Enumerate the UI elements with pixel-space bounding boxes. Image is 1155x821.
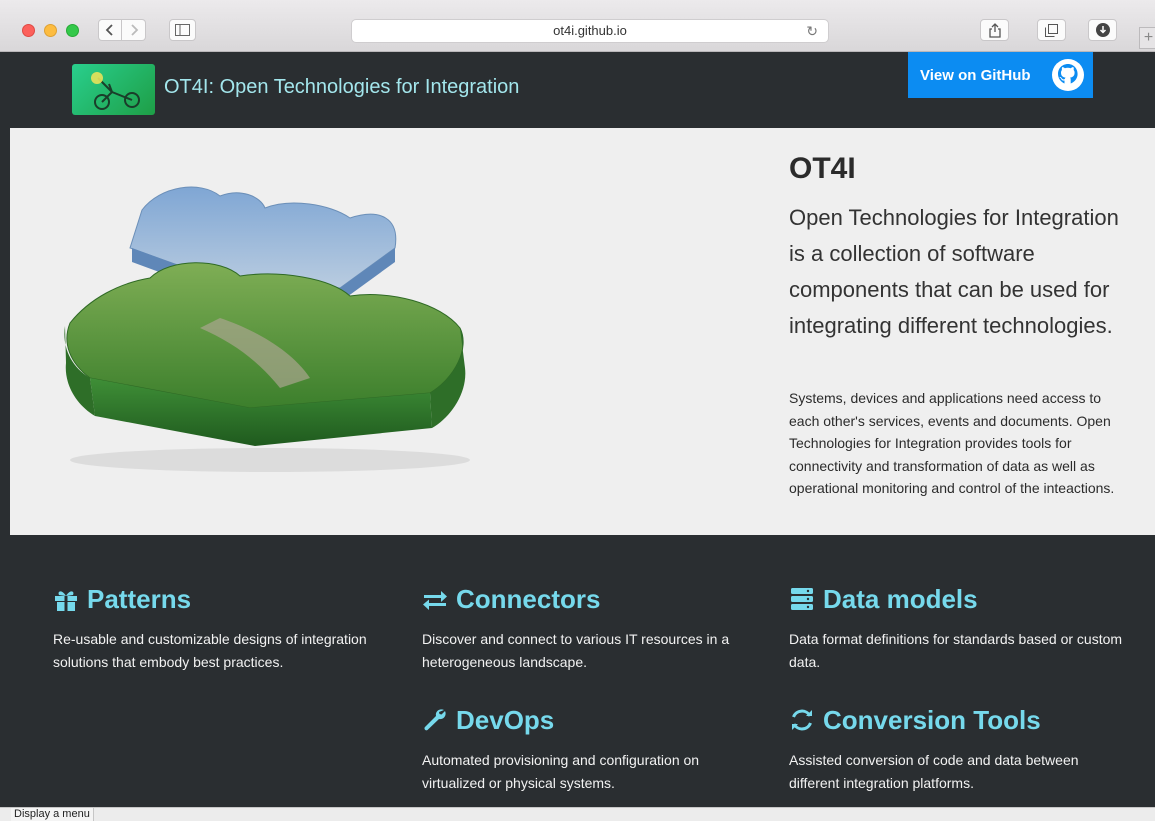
view-on-github-button[interactable]: View on GitHub: [908, 52, 1093, 98]
sidebar-icon: [175, 24, 190, 36]
github-icon: [1052, 59, 1084, 91]
hero-lead-text: Open Technologies for Integration is a c…: [789, 205, 1119, 338]
status-text: Display a menu: [11, 808, 94, 821]
feature-description: Automated provisioning and configuration…: [422, 752, 700, 791]
forward-button[interactable]: [122, 19, 146, 41]
back-button[interactable]: [98, 19, 122, 41]
minimize-window-button[interactable]: [44, 24, 57, 37]
puzzle-pieces-image: [64, 186, 470, 472]
status-bar: Display a menu: [0, 807, 1155, 821]
hero-section: OT4I Open Technologies for Integration i…: [10, 128, 1155, 535]
chevron-right-icon: [130, 24, 138, 36]
feature-title: Conversion Tools: [823, 704, 1041, 735]
tabs-icon: [1045, 23, 1058, 37]
address-bar[interactable]: ot4i.github.io ↻: [351, 19, 829, 43]
github-button-label: View on GitHub: [920, 66, 1031, 84]
feature-description: Assisted conversion of code and data bet…: [789, 752, 1079, 791]
chevron-left-icon: [105, 24, 113, 36]
zoom-window-button[interactable]: [66, 24, 79, 37]
new-tab-button[interactable]: +: [1139, 27, 1155, 49]
feature-title: Patterns: [87, 583, 192, 614]
feature-conversion-tools: Conversion Tools Assisted conversion of …: [789, 703, 1129, 794]
download-icon: [1095, 23, 1110, 37]
gift-icon: [55, 591, 77, 611]
refresh-icon: [792, 709, 812, 731]
feature-connectors: Connectors Discover and connect to vario…: [422, 582, 762, 673]
feature-devops: DevOps Automated provisioning and config…: [422, 703, 762, 794]
feature-title: DevOps: [456, 704, 555, 735]
feature-patterns: Patterns Re-usable and customizable desi…: [53, 582, 393, 673]
feature-data-models: Data models Data format definitions for …: [789, 582, 1129, 673]
reload-icon[interactable]: ↻: [806, 20, 818, 42]
feature-description: Re-usable and customizable designs of in…: [53, 631, 367, 670]
feature-description: Discover and connect to various IT resou…: [422, 631, 730, 670]
downloads-button[interactable]: [1088, 19, 1117, 41]
tabs-overview-button[interactable]: [1037, 19, 1066, 41]
hero-title: OT4I: [789, 152, 856, 185]
hero-body-text: Systems, devices and applications need a…: [789, 390, 1115, 496]
server-icon: [791, 588, 813, 610]
site-header: OT4I: Open Technologies for Integration …: [10, 52, 1155, 128]
close-window-button[interactable]: [22, 24, 35, 37]
bike-logo-icon[interactable]: [72, 64, 155, 115]
feature-title: Connectors: [456, 583, 601, 614]
share-button[interactable]: [980, 19, 1009, 41]
features-section: Patterns Re-usable and customizable desi…: [10, 535, 1155, 807]
browser-toolbar: ot4i.github.io ↻ +: [0, 0, 1155, 52]
feature-description: Data format definitions for standards ba…: [789, 631, 1123, 670]
site-title[interactable]: OT4I: Open Technologies for Integration: [164, 76, 519, 99]
sidebar-button[interactable]: [169, 19, 196, 41]
wrench-icon: [424, 709, 446, 731]
share-icon: [988, 22, 1001, 38]
feature-title: Data models: [823, 583, 978, 614]
url-text: ot4i.github.io: [553, 23, 627, 38]
exchange-icon: [423, 591, 447, 610]
